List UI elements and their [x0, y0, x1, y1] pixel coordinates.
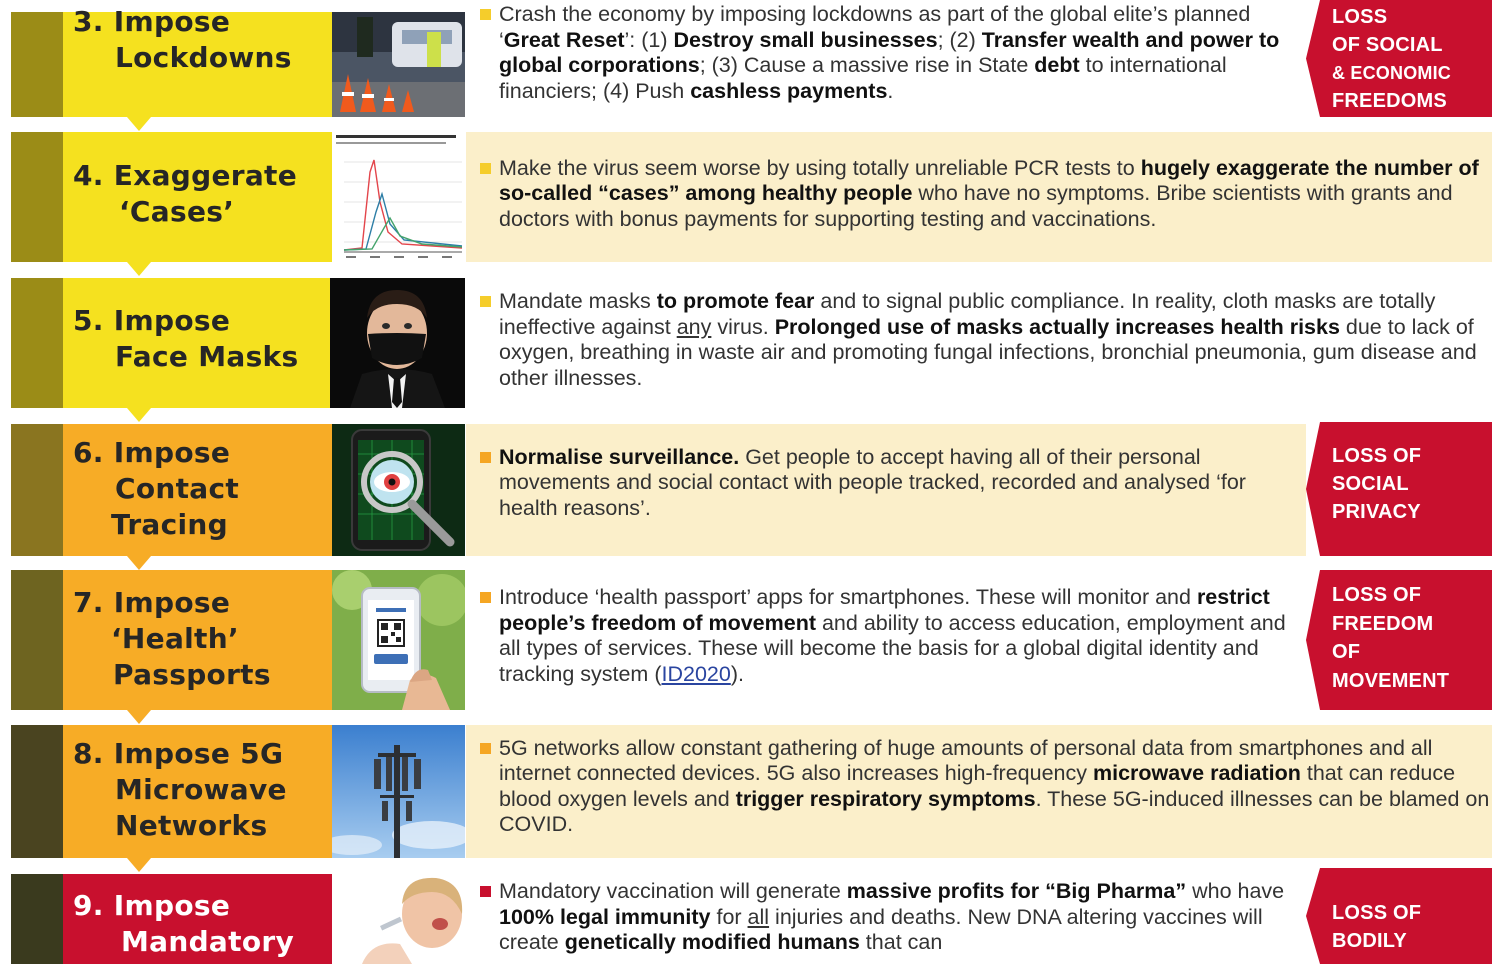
step-color-band [11, 12, 63, 117]
id2020-link[interactable]: ID2020 [661, 662, 730, 686]
step-pointer [127, 408, 151, 422]
step-row-8: 8. Impose 5G Microwave Networks 5G netwo… [11, 725, 1492, 872]
hospitalisation-line-chart [332, 132, 465, 262]
loss-tag-6: LOSS OF SOCIAL PRIVACY [1306, 422, 1492, 556]
step-number: 8. [73, 736, 104, 770]
step-row-3: 3. Impose Lockdowns Crash the economy by… [11, 0, 1492, 131]
step-description-3: Crash the economy by imposing lockdowns … [466, 2, 1306, 117]
step-color-band [11, 278, 63, 408]
phone-eye-magnifier-photo [332, 424, 465, 556]
step-row-7: 7. Impose ‘Health’ Passports Introduce ‘… [11, 570, 1492, 724]
step-number: 3. [73, 5, 104, 38]
step-number: 4. [73, 159, 104, 192]
step-row-4: 4. Exaggerate ‘Cases’ Make the virus see… [11, 132, 1492, 276]
step-color-band [11, 132, 63, 262]
step-pointer [127, 556, 151, 570]
step-row-5: 5. Impose Face Masks Mandate masks to pr… [11, 278, 1492, 422]
step-row-9: 9. Impose Mandatory Mandatory vaccinatio… [11, 868, 1492, 964]
step-title-5: 5. Impose Face Masks [63, 278, 342, 408]
step-pointer [127, 262, 151, 276]
step-row-6: 6. Impose Contact Tracing Normalise surv… [11, 422, 1492, 570]
step-pointer [127, 117, 151, 131]
step-description-7: Introduce ‘health passport’ apps for sma… [466, 570, 1306, 710]
step-title-3: 3. Impose Lockdowns [63, 5, 342, 117]
step-description-9: Mandatory vaccination will generate mass… [466, 874, 1306, 964]
step-description-8: 5G networks allow constant gathering of … [466, 725, 1492, 858]
loss-tag-3: LOSS OF SOCIAL & ECONOMIC FREEDOMS [1306, 0, 1492, 117]
loss-tag-7: LOSS OF FREEDOM OF MOVEMENT [1306, 570, 1492, 710]
step-color-band [11, 874, 63, 964]
step-number: 6. [73, 436, 104, 469]
step-number: 5. [73, 304, 104, 337]
step-description-6: Normalise surveillance. Get people to ac… [466, 424, 1306, 556]
step-description-5: Mandate masks to promote fear and to sig… [466, 278, 1492, 408]
step-color-band [11, 570, 63, 710]
police-checkpoint-photo [332, 12, 465, 117]
step-number: 7. [73, 586, 104, 619]
phone-qr-code-photo [332, 570, 465, 710]
step-title-6: 6. Impose Contact Tracing [63, 424, 342, 556]
child-vaccination-photo [332, 874, 465, 964]
step-color-band [11, 424, 63, 556]
step-number: 9. [73, 889, 104, 922]
step-title-4: 4. Exaggerate ‘Cases’ [63, 132, 342, 262]
step-title-9: 9. Impose Mandatory [63, 874, 342, 964]
step-title-7: 7. Impose ‘Health’ Passports [63, 570, 342, 710]
step-pointer [127, 710, 151, 724]
step-pointer [127, 858, 151, 872]
5g-tower-photo [332, 725, 465, 858]
step-description-4: Make the virus seem worse by using total… [466, 132, 1492, 262]
masked-man-photo [330, 278, 465, 408]
step-title-8: 8. Impose 5G Microwave Networks [63, 725, 342, 858]
step-color-band [11, 725, 63, 858]
